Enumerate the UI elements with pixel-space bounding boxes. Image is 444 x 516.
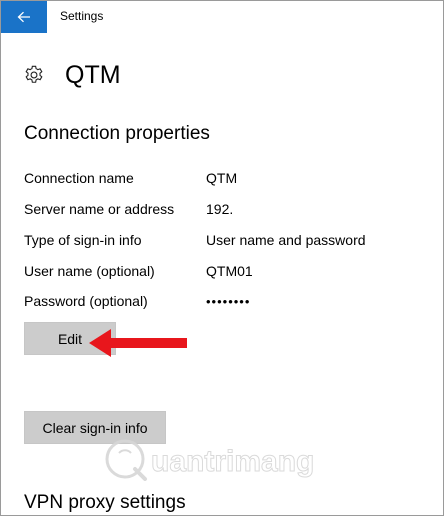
watermark: uantrimang (97, 431, 337, 491)
property-row-connection-name: Connection name QTM (24, 170, 424, 190)
gear-icon (25, 65, 43, 83)
property-row-server-address: Server name or address 192. (24, 201, 424, 221)
connection-properties-heading: Connection properties (24, 123, 210, 144)
red-arrow-icon (89, 329, 187, 357)
watermark-text: uantrimang (150, 445, 315, 479)
property-row-sign-in-type: Type of sign-in info User name and passw… (24, 232, 424, 252)
property-label: Password (optional) (24, 293, 148, 309)
property-value: 192. (206, 201, 234, 217)
watermark-logo-icon (105, 439, 147, 481)
arrow-left-icon (17, 11, 30, 23)
edit-button-label: Edit (57, 330, 83, 347)
property-value: QTM01 (206, 263, 253, 279)
page-title: QTM (65, 60, 121, 89)
property-label: User name (optional) (24, 263, 155, 279)
property-row-user-name: User name (optional) QTM01 (24, 263, 424, 283)
property-label: Type of sign-in info (24, 232, 142, 248)
property-label: Connection name (24, 170, 134, 186)
back-button[interactable] (1, 1, 47, 33)
property-row-password: Password (optional) •••••••• (24, 293, 424, 313)
password-mask: •••••••• (206, 294, 251, 309)
property-value: User name and password (206, 232, 366, 248)
property-label: Server name or address (24, 201, 175, 217)
settings-window: Settings QTM Connection properties Conne… (0, 0, 444, 516)
vpn-proxy-settings-heading: VPN proxy settings (24, 492, 186, 513)
page-header: QTM (23, 59, 121, 91)
title-bar: Settings (1, 1, 443, 33)
property-value: QTM (206, 170, 238, 186)
window-title: Settings (60, 9, 104, 23)
